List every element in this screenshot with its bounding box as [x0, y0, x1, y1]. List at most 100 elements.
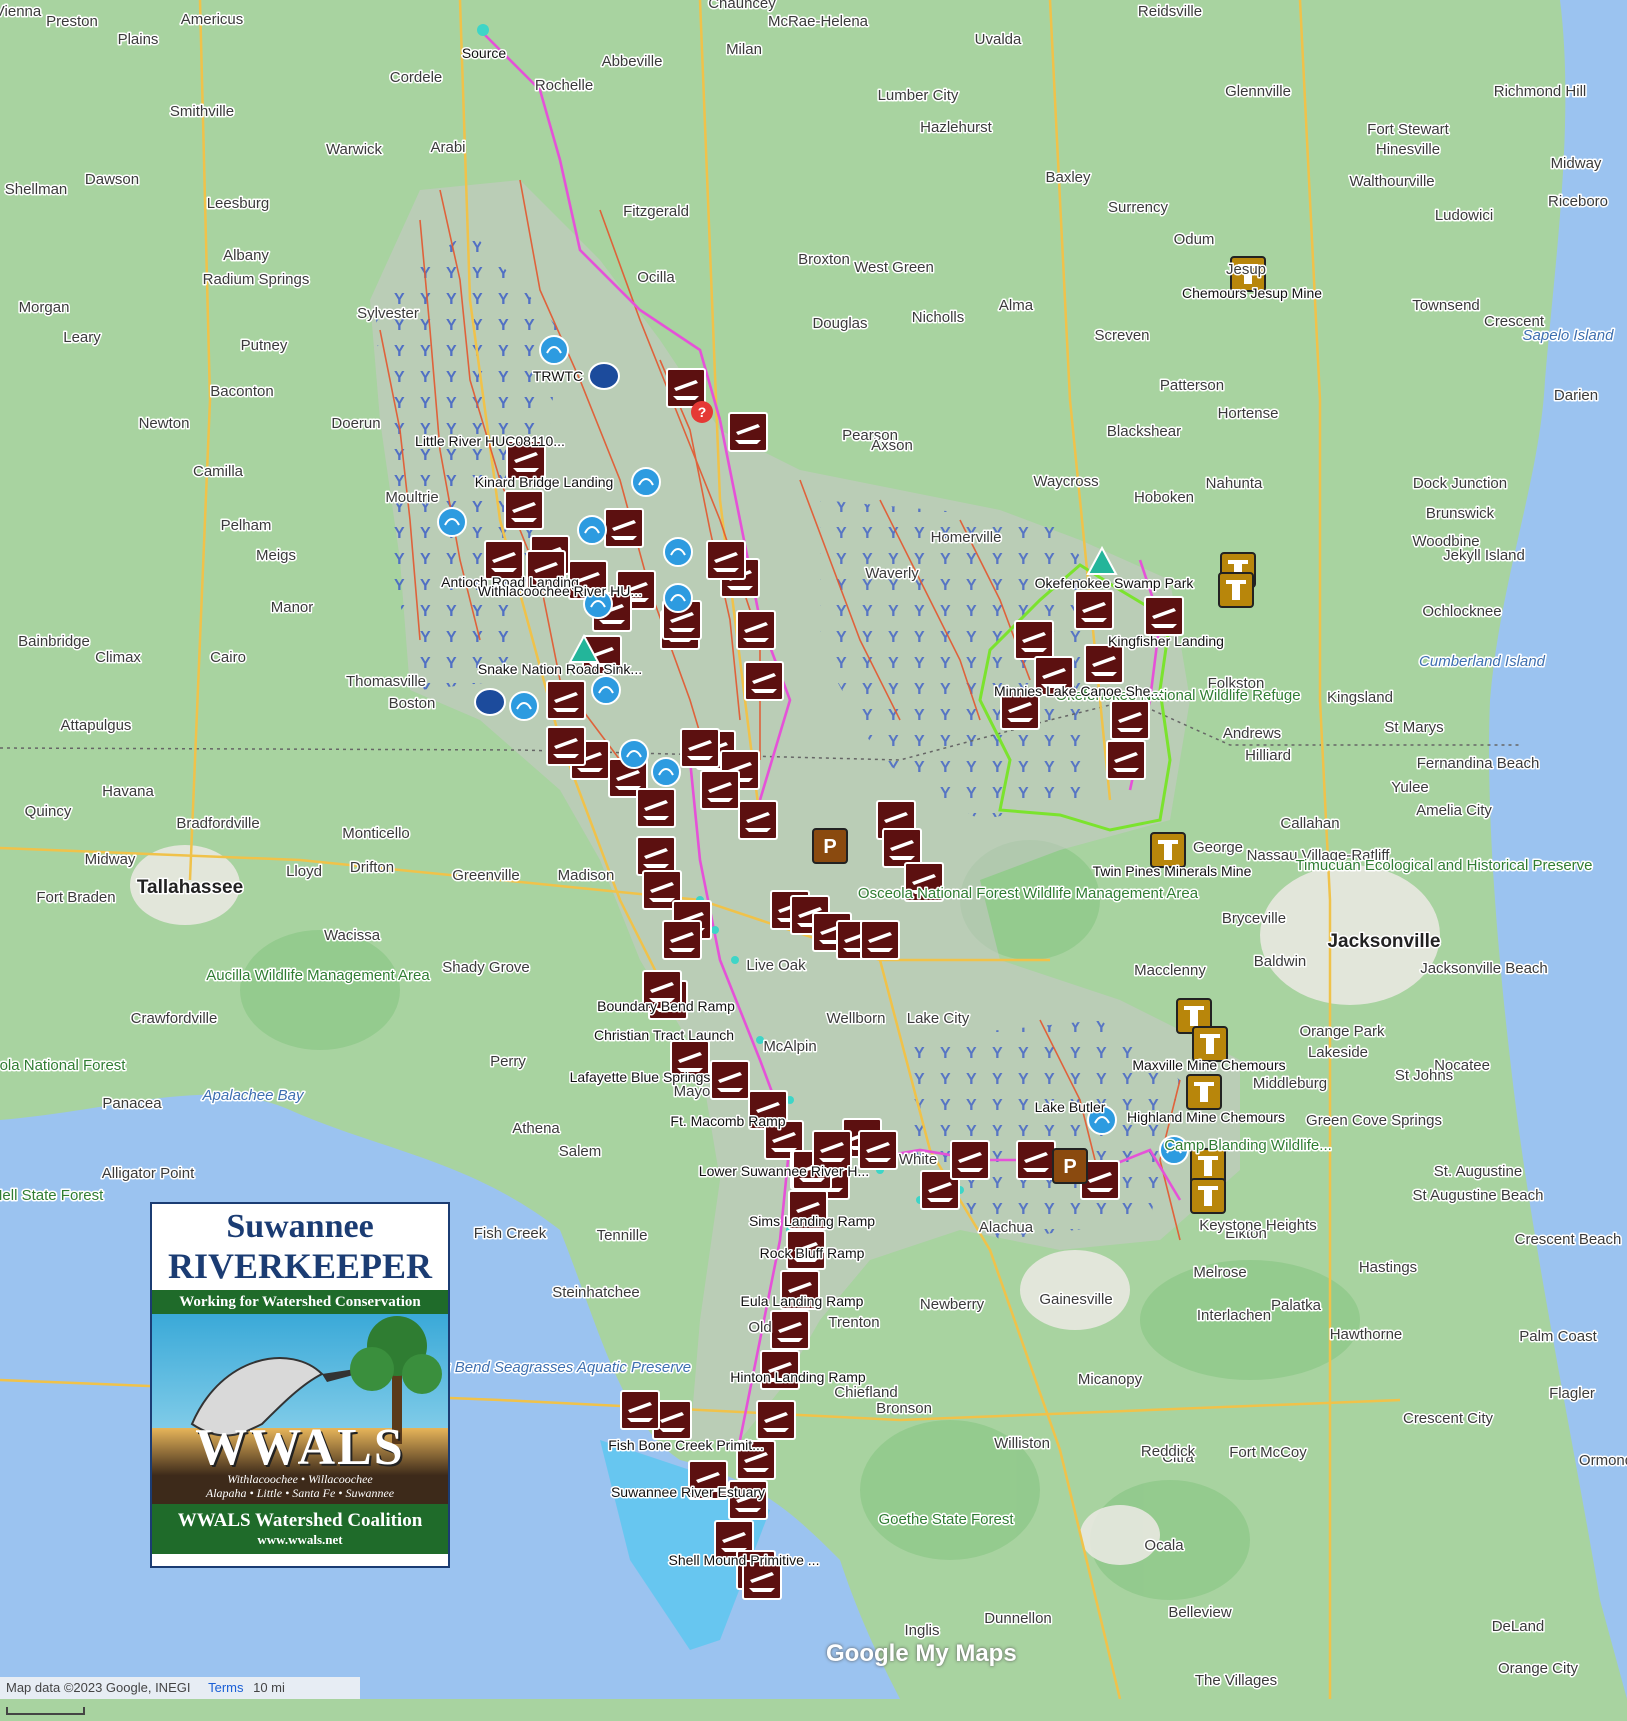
svg-text:P: P: [1063, 1156, 1076, 1178]
city-label: Blackshear: [1107, 423, 1181, 440]
city-label: Chiefland: [834, 1384, 897, 1401]
boat-ramp-icon[interactable]: [710, 1060, 750, 1100]
boat-ramp-icon[interactable]: [666, 368, 706, 408]
mine-icon[interactable]: [1186, 1074, 1222, 1110]
feature-label: Hinton Landing Ramp: [730, 1369, 866, 1385]
city-label: Flagler: [1549, 1385, 1595, 1402]
boat-ramp-icon[interactable]: [736, 610, 776, 650]
city-label: Midway: [1551, 155, 1602, 172]
city-label: Hoboken: [1134, 489, 1194, 506]
city-label: Albany: [223, 247, 269, 264]
boat-ramp-icon[interactable]: [546, 726, 586, 766]
city-label: St. Augustine: [1434, 1163, 1522, 1180]
city-label: Shady Grove: [442, 959, 530, 976]
boat-ramp-icon[interactable]: [744, 661, 784, 701]
feature-label: Little River HUC08110...: [415, 433, 565, 449]
boat-ramp-icon[interactable]: [1016, 1140, 1056, 1180]
mine-icon[interactable]: [1218, 572, 1254, 608]
city-label: Odum: [1174, 231, 1215, 248]
city-label: Climax: [95, 649, 141, 666]
boat-ramp-icon[interactable]: [504, 490, 544, 530]
boat-ramp-icon[interactable]: [662, 920, 702, 960]
city-label: Chauncey: [708, 0, 776, 12]
city-label: Midway: [85, 851, 136, 868]
city-label: Wacissa: [324, 927, 381, 944]
city-label: Hazlehurst: [920, 119, 993, 136]
boat-ramp-icon[interactable]: [756, 1400, 796, 1440]
spring-icon[interactable]: [663, 537, 693, 567]
boat-ramp-icon[interactable]: [738, 800, 778, 840]
city-label: Rochelle: [535, 77, 593, 94]
city-label: Shellman: [5, 181, 68, 198]
mine-icon[interactable]: [1192, 1026, 1228, 1062]
park-label: Apalachicola National Forest: [0, 1057, 126, 1074]
city-label: Hinesville: [1376, 141, 1440, 158]
city-label: Lumber City: [878, 87, 959, 104]
parking-icon[interactable]: P: [812, 828, 848, 864]
boat-ramp-icon[interactable]: [1084, 644, 1124, 684]
boat-ramp-icon[interactable]: [680, 728, 720, 768]
boat-ramp-icon[interactable]: [950, 1140, 990, 1180]
boat-ramp-icon[interactable]: [1014, 620, 1054, 660]
city-label: Keystone Heights: [1199, 1217, 1317, 1234]
logo-url[interactable]: www.wwals.net: [152, 1532, 448, 1554]
sink-icon[interactable]: [588, 362, 620, 390]
spring-icon[interactable]: [651, 757, 681, 787]
park-label: Osceola National Forest Wildlife Managem…: [858, 885, 1199, 902]
logo-line1: Suwannee: [226, 1208, 374, 1245]
boat-ramp-icon[interactable]: [620, 1390, 660, 1430]
mine-icon[interactable]: [1190, 1148, 1226, 1184]
feature-label: Lower Suwannee River H...: [699, 1163, 869, 1179]
boat-ramp-icon[interactable]: [1106, 740, 1146, 780]
terms-link[interactable]: Terms: [208, 1680, 243, 1695]
park-label: Camp Blanding Wildlife...: [1164, 1137, 1332, 1154]
spring-icon[interactable]: [539, 335, 569, 365]
spring-icon[interactable]: [577, 515, 607, 545]
boat-ramp-icon[interactable]: [882, 828, 922, 868]
city-label: Trenton: [828, 1314, 879, 1331]
feature-label: Sims Landing Ramp: [749, 1213, 875, 1229]
city-label: Reddick: [1141, 1443, 1196, 1460]
sink-icon[interactable]: [474, 688, 506, 716]
parking-icon[interactable]: P: [1052, 1148, 1088, 1184]
boat-ramp-icon[interactable]: [706, 540, 746, 580]
spring-icon[interactable]: [663, 583, 693, 613]
boat-ramp-icon[interactable]: [770, 1310, 810, 1350]
spring-icon[interactable]: [509, 691, 539, 721]
boat-ramp-icon[interactable]: [860, 920, 900, 960]
city-label: Leesburg: [207, 195, 270, 212]
boat-ramp-icon[interactable]: [546, 680, 586, 720]
mine-icon[interactable]: [1190, 1178, 1226, 1214]
suwannee-riverkeeper-logo[interactable]: Suwannee RIVERKEEPER Working for Watersh…: [150, 1202, 450, 1568]
city-label: Macclenny: [1134, 962, 1206, 979]
scale-bar: [6, 1706, 85, 1715]
city-label: Newton: [139, 415, 190, 432]
boat-ramp-icon[interactable]: [728, 412, 768, 452]
city-label: Fort Stewart: [1367, 121, 1450, 138]
question-icon[interactable]: ?: [691, 401, 713, 423]
city-label: Walthourville: [1349, 173, 1434, 190]
boat-ramp-icon[interactable]: [636, 836, 676, 876]
boat-ramp-icon[interactable]: [1110, 700, 1150, 740]
boat-ramp-icon[interactable]: [636, 788, 676, 828]
spring-icon[interactable]: [437, 507, 467, 537]
boat-ramp-icon[interactable]: [700, 770, 740, 810]
city-label: Preston: [46, 13, 98, 30]
city-label: Jacksonville Beach: [1420, 960, 1548, 977]
city-label: Kingsland: [1327, 689, 1393, 706]
feature-label: Shell Mound Primitive ...: [669, 1552, 820, 1568]
city-label: Orange City: [1498, 1660, 1579, 1677]
city-label: Newberry: [920, 1296, 985, 1313]
feature-label: TRWTC: [533, 368, 583, 384]
boat-ramp-icon[interactable]: [604, 508, 644, 548]
city-label: Thomasville: [346, 673, 426, 690]
boat-ramp-icon[interactable]: [1074, 590, 1114, 630]
city-label: Leary: [63, 329, 101, 346]
city-label: Havana: [102, 783, 154, 800]
spring-icon[interactable]: [591, 675, 621, 705]
boat-ramp-icon[interactable]: [1144, 596, 1184, 636]
mine-icon[interactable]: [1150, 832, 1186, 868]
spring-icon[interactable]: [619, 739, 649, 769]
city-label: Ormond: [1579, 1452, 1627, 1469]
spring-icon[interactable]: [631, 467, 661, 497]
